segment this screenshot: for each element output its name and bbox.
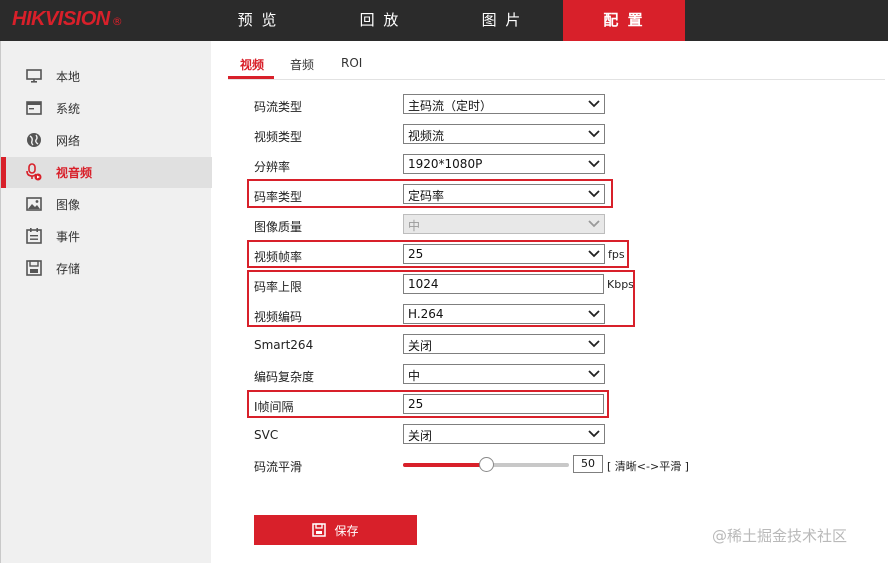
max-bitrate-unit: Kbps	[607, 278, 634, 291]
chevron-down-icon	[588, 190, 600, 198]
chevron-down-icon	[588, 130, 600, 138]
chevron-down-icon	[588, 220, 600, 228]
watermark: @稀土掘金技术社区	[712, 527, 848, 545]
image-quality-label: 图像质量	[254, 220, 303, 234]
input-value: 25	[408, 397, 424, 411]
chevron-down-icon	[588, 310, 600, 318]
nav-configuration[interactable]: 配 置	[563, 0, 685, 41]
stream-type-label: 码流类型	[254, 100, 303, 114]
video-encoding-select[interactable]: H.264	[403, 304, 605, 324]
hikvision-logo: HIKVISION ®	[12, 8, 123, 32]
bitrate-type-label: 码率类型	[254, 190, 303, 204]
sidebar-item-label: 图像	[56, 198, 81, 212]
svc-label: SVC	[254, 428, 279, 442]
sidebar-item-label: 网络	[56, 134, 81, 148]
sidebar-item-label: 系统	[56, 102, 81, 116]
chevron-down-icon	[588, 160, 600, 168]
chevron-down-icon	[588, 370, 600, 378]
stream-type-select[interactable]: 主码流（定时）	[403, 94, 605, 114]
video-type-label: 视频类型	[254, 130, 303, 144]
select-value: 中	[408, 369, 421, 383]
sidebar-item-storage[interactable]: 存储	[1, 253, 212, 284]
video-type-select[interactable]: 视频流	[403, 124, 605, 144]
nav-picture[interactable]: 图 片	[441, 0, 563, 41]
tab-audio[interactable]: 音频	[290, 56, 314, 73]
select-value: 中	[408, 219, 421, 233]
select-value: 视频流	[408, 129, 445, 143]
smart264-select[interactable]: 关闭	[403, 334, 605, 354]
chevron-down-icon	[588, 340, 600, 348]
frame-rate-unit: fps	[608, 248, 625, 261]
select-value: 关闭	[408, 339, 433, 353]
sidebar-item-video-audio[interactable]: 视音频	[1, 157, 212, 188]
i-frame-interval-label: I帧间隔	[254, 400, 294, 414]
top-bar: HIKVISION ® 预 览 回 放 图 片 配 置	[0, 0, 888, 41]
smart264-label: Smart264	[254, 338, 314, 352]
frame-rate-label: 视频帧率	[254, 250, 303, 264]
globe-icon	[27, 133, 41, 147]
chevron-down-icon	[588, 250, 600, 258]
select-value: 定码率	[408, 189, 445, 203]
sidebar-item-label: 事件	[56, 230, 81, 244]
disk-icon	[26, 260, 42, 276]
monitor-icon	[26, 69, 42, 83]
max-bitrate-label: 码率上限	[254, 280, 303, 294]
max-bitrate-input[interactable]: 1024	[403, 274, 604, 294]
bitrate-type-select[interactable]: 定码率	[403, 184, 605, 204]
select-value: 关闭	[408, 429, 433, 443]
save-icon	[312, 523, 327, 537]
select-value: 25	[408, 247, 424, 261]
sidebar-item-label: 存储	[56, 262, 81, 276]
active-tab-indicator	[228, 76, 274, 79]
tab-video[interactable]: 视频	[240, 56, 264, 73]
system-window-icon	[26, 101, 42, 115]
sidebar: 本地 系统 网络 视音频 图像 事件 存储	[0, 41, 212, 563]
video-encoding-label: 视频编码	[254, 310, 303, 324]
chevron-down-icon	[588, 430, 600, 438]
stream-smoothing-value-input[interactable]: 50	[573, 455, 603, 473]
input-value: 1024	[408, 277, 439, 291]
svc-select[interactable]: 关闭	[403, 424, 605, 444]
slider-thumb[interactable]	[478, 457, 494, 472]
logo-text: HIKVISION	[12, 8, 110, 30]
i-frame-interval-input[interactable]: 25	[403, 394, 604, 414]
sidebar-item-event[interactable]: 事件	[1, 221, 212, 252]
select-value: 主码流（定时）	[408, 99, 493, 113]
nav-playback[interactable]: 回 放	[319, 0, 441, 41]
sidebar-item-local[interactable]: 本地	[1, 61, 212, 92]
resolution-select[interactable]: 1920*1080P	[403, 154, 605, 174]
chevron-down-icon	[588, 100, 600, 108]
image-icon	[26, 197, 42, 211]
sidebar-item-label: 本地	[56, 70, 81, 84]
registered-mark: ®	[111, 15, 123, 28]
resolution-label: 分辨率	[254, 160, 291, 174]
stream-smoothing-label: 码流平滑	[254, 460, 303, 474]
stream-smoothing-hint: [ 清晰<->平滑 ]	[607, 460, 689, 473]
calendar-icon	[26, 228, 42, 244]
sidebar-item-network[interactable]: 网络	[1, 125, 212, 156]
frame-rate-select[interactable]: 25	[403, 244, 605, 264]
select-value: 1920*1080P	[408, 157, 483, 171]
tab-roi[interactable]: ROI	[341, 56, 362, 70]
sidebar-item-image[interactable]: 图像	[1, 189, 212, 220]
sidebar-item-system[interactable]: 系统	[1, 93, 212, 124]
nav-preview[interactable]: 预 览	[197, 0, 319, 41]
microphone-icon	[26, 163, 42, 181]
sidebar-item-label: 视音频	[56, 166, 93, 180]
image-quality-select: 中	[403, 214, 605, 234]
select-value: H.264	[408, 307, 444, 321]
encoding-complexity-select[interactable]: 中	[403, 364, 605, 384]
tab-bar: 视频 音频 ROI	[228, 48, 885, 80]
slider-fill	[403, 463, 486, 467]
main-nav: 预 览 回 放 图 片 配 置	[197, 0, 685, 41]
save-button[interactable]: 保存	[254, 515, 417, 545]
encoding-complexity-label: 编码复杂度	[254, 370, 315, 384]
save-button-label: 保存	[334, 523, 359, 538]
